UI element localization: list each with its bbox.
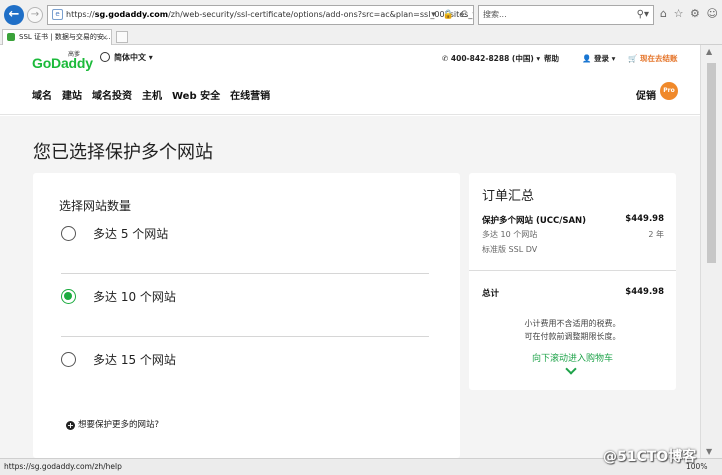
url-prefix: https:// bbox=[66, 10, 95, 19]
user-icon: 👤 bbox=[582, 54, 594, 63]
option-5-sites[interactable]: 多达 5 个网站 bbox=[61, 225, 429, 245]
plus-circle-icon: + bbox=[66, 421, 75, 430]
site-count-value: 多达 10 个网站 bbox=[482, 230, 538, 239]
settings-gear-icon[interactable]: ⚙ bbox=[690, 7, 700, 20]
checkout-label: 现在去结账 bbox=[639, 54, 678, 63]
page-title: 您已选择保护多个网站 bbox=[33, 142, 213, 163]
search-icon[interactable]: ⚲▾ bbox=[637, 6, 649, 24]
page-icon: e bbox=[52, 9, 63, 20]
radio-15-sites[interactable] bbox=[61, 352, 76, 367]
login-label: 登录 ▾ bbox=[593, 54, 616, 63]
language-label: 简体中文 ▾ bbox=[114, 53, 153, 62]
order-summary-card: 订单汇总 保护多个网站 (UCC/SAN) $449.98 多达 10 个网站 … bbox=[469, 173, 676, 390]
chevron-down-icon[interactable] bbox=[565, 363, 577, 375]
divider bbox=[61, 273, 429, 274]
nav-item-web-security[interactable]: Web 安全 bbox=[172, 87, 220, 102]
summary-divider bbox=[469, 270, 676, 271]
browser-toolbar-icons: ⌂ ☆ ⚙ ☺ bbox=[660, 7, 718, 20]
term-value: 2 年 bbox=[648, 230, 664, 239]
address-tools[interactable]: ▾ 🔒 C bbox=[431, 6, 469, 24]
browser-chrome: ← → e https://sg.godaddy.com/zh/web-secu… bbox=[0, 0, 722, 45]
logo-link[interactable]: 高爹 GoDaddy bbox=[32, 49, 102, 71]
search-placeholder: 搜索... bbox=[483, 10, 507, 19]
tax-note-line-1: 小计费用不含适用的税费。 bbox=[524, 319, 621, 328]
phone-icon: ✆ bbox=[442, 54, 451, 63]
back-button[interactable]: ← bbox=[4, 5, 24, 25]
new-tab-button[interactable] bbox=[116, 31, 128, 43]
pro-badge[interactable]: Pro bbox=[660, 82, 678, 100]
product-price: $449.98 bbox=[625, 214, 664, 224]
divider bbox=[61, 336, 429, 337]
scroll-down-arrow-icon[interactable]: ▼ bbox=[706, 447, 712, 456]
url-path: /zh/web-security/ssl-certificate/options… bbox=[168, 10, 473, 19]
main-nav: 域名 建站 域名投资 主机 Web 安全 在线营销 bbox=[32, 87, 270, 102]
browser-tab[interactable]: SSL 证书 | 数据与交易的安... × bbox=[2, 29, 112, 45]
nav-item-hosting[interactable]: 主机 bbox=[142, 87, 162, 102]
tax-note-line-2: 可在付款前调整期限长度。 bbox=[524, 332, 621, 341]
nav-item-domains[interactable]: 域名 bbox=[32, 87, 52, 102]
option-label: 多达 15 个网站 bbox=[93, 353, 176, 367]
url-host: sg.godaddy.com bbox=[94, 10, 169, 19]
phone-label: 400-842-8288 (中国) ▾ bbox=[450, 54, 541, 63]
forward-button[interactable]: → bbox=[27, 7, 43, 23]
site-count-card: 选择网站数量 多达 5 个网站 多达 10 个网站 多达 15 个网站 + 想要保… bbox=[33, 173, 460, 458]
tab-favicon-icon bbox=[7, 33, 15, 41]
nav-item-website-builder[interactable]: 建站 bbox=[62, 87, 82, 102]
more-sites-label: 想要保护更多的网站? bbox=[78, 420, 160, 430]
site-header: 高爹 GoDaddy 简体中文 ▾ ✆ 400-842-8288 (中国) ▾ … bbox=[0, 45, 700, 115]
cart-icon: 🛒 bbox=[628, 54, 640, 63]
godaddy-logo: GoDaddy bbox=[32, 55, 93, 71]
watermark: @51CTO博客 bbox=[603, 449, 697, 465]
search-input[interactable]: 搜索... ⚲▾ bbox=[478, 5, 654, 25]
checkout-link[interactable]: 🛒 现在去结账 bbox=[628, 53, 677, 64]
home-icon[interactable]: ⌂ bbox=[660, 7, 667, 20]
product-name: 保护多个网站 (UCC/SAN) bbox=[482, 216, 587, 226]
option-label: 多达 10 个网站 bbox=[93, 290, 176, 304]
scrollbar-thumb[interactable] bbox=[707, 63, 716, 263]
smiley-icon[interactable]: ☺ bbox=[707, 7, 718, 20]
status-url: https://sg.godaddy.com/zh/help bbox=[4, 462, 122, 471]
tab-row: SSL 证书 | 数据与交易的安... × bbox=[0, 27, 722, 45]
address-bar[interactable]: e https://sg.godaddy.com/zh/web-security… bbox=[47, 5, 474, 25]
radio-5-sites[interactable] bbox=[61, 226, 76, 241]
option-10-sites[interactable]: 多达 10 个网站 bbox=[61, 288, 429, 308]
option-15-sites[interactable]: 多达 15 个网站 bbox=[61, 351, 429, 371]
scroll-up-arrow-icon[interactable]: ▲ bbox=[706, 47, 712, 56]
phone-menu[interactable]: ✆ 400-842-8288 (中国) ▾ bbox=[442, 53, 540, 64]
nav-item-online-marketing[interactable]: 在线营销 bbox=[230, 87, 270, 102]
login-menu[interactable]: 👤 登录 ▾ bbox=[582, 53, 615, 64]
main-content: 您已选择保护多个网站 选择网站数量 多达 5 个网站 多达 10 个网站 多达 … bbox=[0, 116, 700, 458]
option-label: 多达 5 个网站 bbox=[93, 227, 169, 241]
page-scrollbar[interactable]: ▲ ▼ bbox=[700, 45, 722, 458]
ssl-type-value: 标准版 SSL DV bbox=[482, 245, 538, 254]
site-count-heading: 选择网站数量 bbox=[59, 199, 132, 213]
favorites-star-icon[interactable]: ☆ bbox=[674, 7, 684, 20]
language-selector[interactable]: 简体中文 ▾ bbox=[100, 52, 153, 63]
globe-icon bbox=[100, 52, 110, 62]
order-summary-title: 订单汇总 bbox=[482, 189, 535, 204]
total-label: 总计 bbox=[482, 289, 500, 299]
tab-title: SSL 证书 | 数据与交易的安... bbox=[19, 33, 111, 41]
scroll-to-cart-link[interactable]: 向下滚动进入购物车 bbox=[469, 351, 676, 364]
tax-note: 小计费用不含适用的税费。 可在付款前调整期限长度。 bbox=[469, 317, 676, 343]
nav-item-domain-investing[interactable]: 域名投资 bbox=[92, 87, 132, 102]
promo-link[interactable]: 促销 bbox=[636, 87, 656, 102]
address-row: ← → e https://sg.godaddy.com/zh/web-secu… bbox=[0, 4, 722, 26]
total-price: $449.98 bbox=[625, 287, 664, 297]
close-icon[interactable]: × bbox=[101, 30, 108, 45]
help-link[interactable]: 帮助 bbox=[544, 53, 559, 64]
more-sites-link[interactable]: + 想要保护更多的网站? bbox=[66, 418, 159, 430]
radio-10-sites[interactable] bbox=[61, 289, 76, 304]
